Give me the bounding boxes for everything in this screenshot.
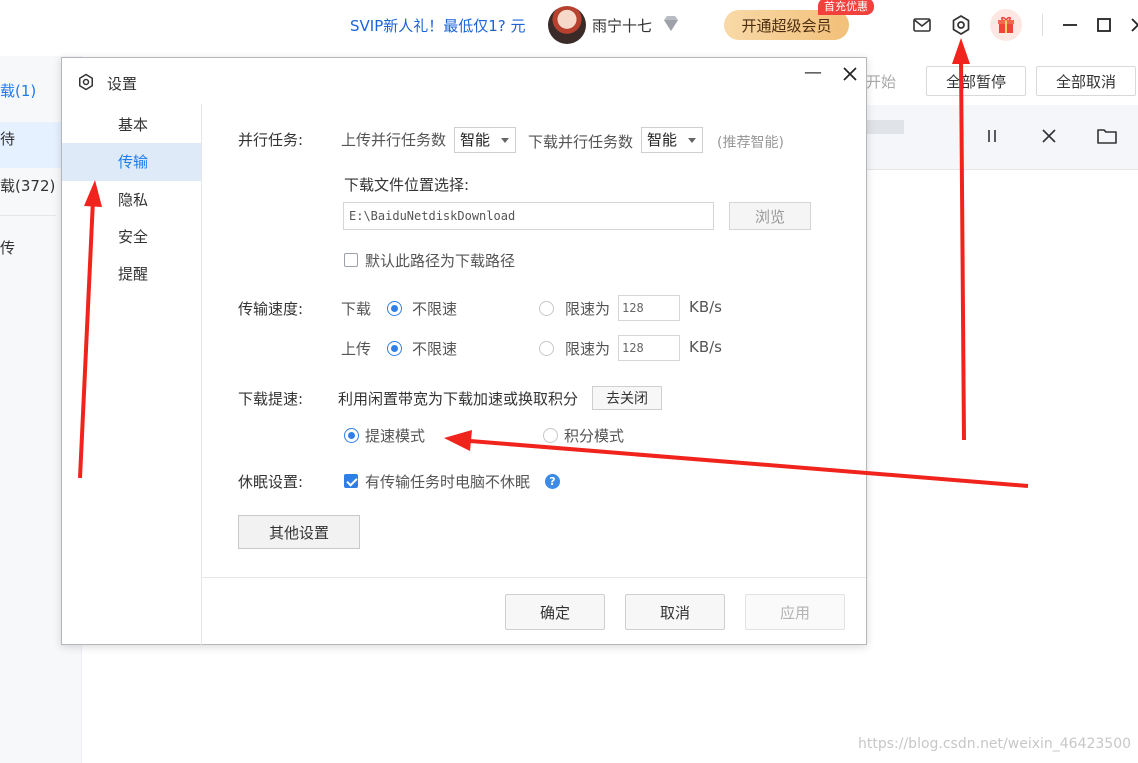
vip-diamond-icon (664, 16, 678, 31)
no-sleep-checkbox[interactable] (344, 474, 358, 488)
upload-unlimited-radio[interactable] (387, 341, 402, 356)
download-boost-label: 下载提速: (238, 390, 304, 408)
dialog-minimize-button[interactable]: — (802, 62, 824, 84)
default-path-checkbox[interactable] (344, 253, 358, 267)
no-sleep-label: 有传输任务时电脑不休眠 (365, 473, 531, 491)
sleep-settings-label: 休眠设置: (238, 473, 304, 491)
default-path-label: 默认此路径为下载路径 (365, 252, 516, 270)
watermark: https://blog.csdn.net/weixin_46423500 (858, 736, 1132, 752)
pause-all-button[interactable]: 全部暂停 (926, 66, 1026, 96)
upload-limit-unit: KB/s (689, 338, 722, 356)
settings-gear-icon (79, 73, 93, 91)
upload-parallel-select[interactable]: 智能 (454, 127, 516, 153)
dialog-close-icon[interactable] (838, 62, 862, 86)
settings-dialog: 设置 — 基本 传输 隐私 安全 提醒 并行任务: 上传并行任务数 智能 下载并… (61, 57, 867, 645)
download-parallel-select[interactable]: 智能 (641, 127, 703, 153)
parallel-tasks-label: 并行任务: (238, 131, 304, 149)
boost-description: 利用闲置带宽为下载加速或换取积分 (338, 390, 579, 408)
start-all-button[interactable]: 开始 (866, 66, 916, 96)
boost-mode-fast-radio[interactable] (344, 428, 359, 443)
svip-promo-link[interactable]: SVIP新人礼！最低仅1? 元 (350, 15, 526, 36)
download-unlimited-radio[interactable] (387, 301, 402, 316)
nav-item-downloading[interactable]: 载(1) (0, 80, 36, 101)
upload-parallel-label: 上传并行任务数 (341, 131, 447, 149)
first-recharge-badge: 首充优惠 (818, 0, 874, 15)
open-folder-icon[interactable] (1095, 124, 1119, 148)
maximize-icon[interactable] (1092, 13, 1116, 37)
arrow-to-settings-gear (952, 38, 970, 441)
download-limit-unit: KB/s (689, 298, 722, 316)
username-label[interactable]: 雨宁十七 (592, 15, 652, 36)
download-path-input[interactable] (343, 202, 714, 230)
download-location-title: 下载文件位置选择: (344, 176, 470, 194)
sidebar-item-reminder[interactable]: 提醒 (62, 255, 201, 293)
close-icon[interactable] (1126, 13, 1138, 37)
nav-divider (0, 215, 56, 216)
upload-limit-radio[interactable] (539, 341, 554, 356)
chevron-down-icon (501, 138, 509, 143)
download-limit-radio[interactable] (539, 301, 554, 316)
upload-speed-direction: 上传 (341, 340, 372, 358)
boost-mode-points-radio[interactable] (543, 428, 558, 443)
other-settings-button[interactable]: 其他设置 (238, 515, 360, 549)
cancel-all-button[interactable]: 全部取消 (1036, 66, 1136, 96)
upload-limit-label: 限速为 (565, 340, 611, 358)
download-limit-label: 限速为 (565, 300, 611, 318)
dialog-title: 设置 (107, 75, 138, 93)
nav-item-completed[interactable]: 载(372) (0, 175, 55, 196)
sidebar-item-basic[interactable]: 基本 (62, 106, 201, 144)
settings-sidebar: 基本 传输 隐私 安全 提醒 (62, 104, 202, 645)
minimize-icon[interactable] (1058, 13, 1082, 37)
transfer-speed-label: 传输速度: (238, 300, 304, 318)
download-parallel-label: 下载并行任务数 (528, 133, 634, 151)
user-avatar[interactable] (548, 6, 586, 44)
settings-gear-icon[interactable] (949, 13, 973, 37)
nav-item-uploading[interactable]: 待 (0, 128, 15, 149)
ok-button[interactable]: 确定 (505, 594, 605, 630)
recommend-hint: (推荐智能) (717, 135, 784, 151)
sidebar-item-security[interactable]: 安全 (62, 218, 201, 256)
cancel-button[interactable]: 取消 (625, 594, 725, 630)
upload-unlimited-label: 不限速 (412, 340, 458, 358)
nav-item-transfer[interactable]: 传 (0, 237, 15, 258)
upload-limit-input[interactable] (618, 335, 680, 361)
mail-icon[interactable] (910, 13, 934, 37)
browse-button[interactable]: 浏览 (729, 202, 811, 230)
pause-icon[interactable] (980, 124, 1004, 148)
download-speed-direction: 下载 (341, 300, 372, 318)
toolbar-separator (1042, 14, 1043, 36)
download-limit-input[interactable] (618, 295, 680, 321)
task-progress-bar (866, 120, 904, 134)
sidebar-item-privacy[interactable]: 隐私 (62, 181, 201, 219)
gift-button[interactable] (990, 9, 1022, 41)
footer-divider (202, 577, 866, 578)
download-unlimited-label: 不限速 (412, 300, 458, 318)
app-top-bar: SVIP新人礼！最低仅1? 元 雨宁十七 开通超级会员 首充优惠 (0, 0, 1138, 50)
sidebar-item-transfer[interactable]: 传输 (62, 143, 201, 181)
gift-icon (998, 16, 1014, 33)
boost-mode-fast-label: 提速模式 (365, 427, 426, 445)
help-icon[interactable]: ? (545, 474, 560, 489)
go-close-boost-button[interactable]: 去关闭 (592, 386, 662, 410)
cancel-task-icon[interactable] (1037, 124, 1061, 148)
apply-button[interactable]: 应用 (745, 594, 845, 630)
boost-mode-points-label: 积分模式 (564, 427, 625, 445)
chevron-down-icon (688, 138, 696, 143)
